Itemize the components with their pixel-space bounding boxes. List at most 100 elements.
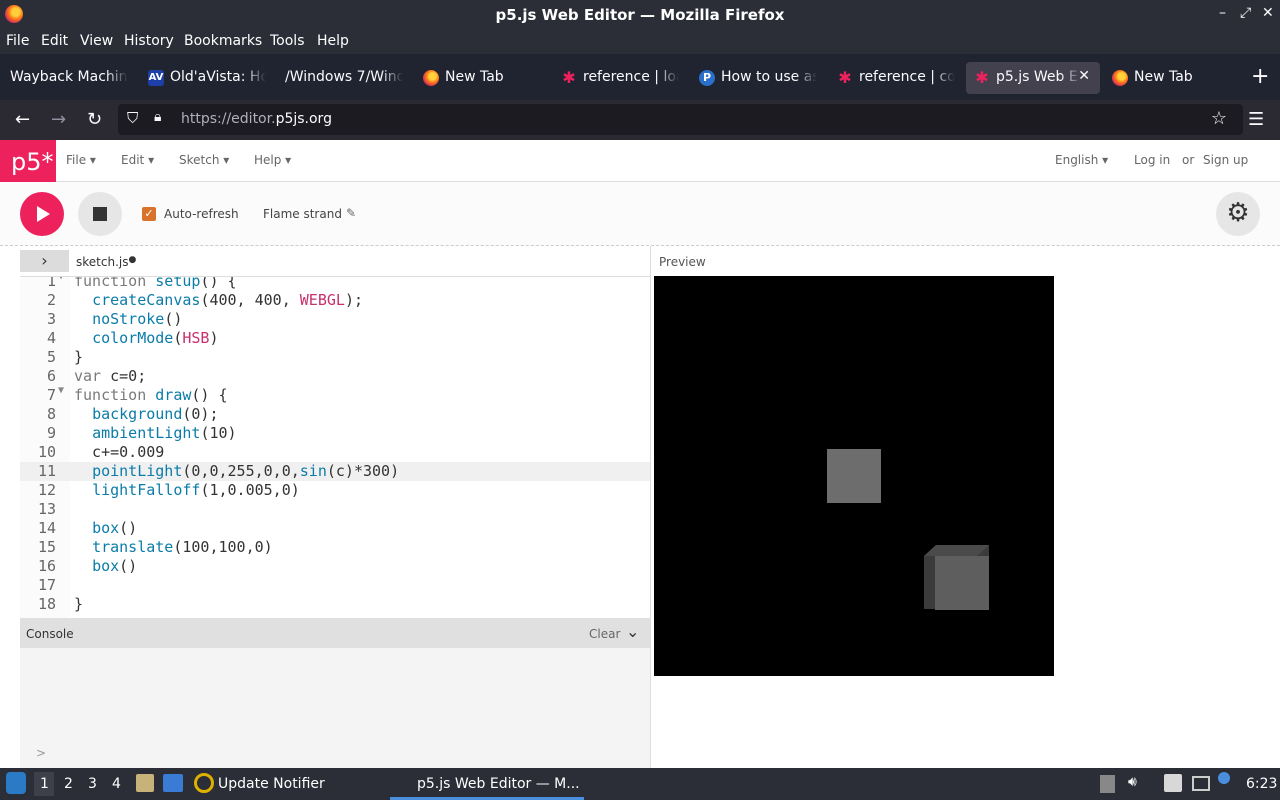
code-text: c+=0.009 bbox=[74, 443, 165, 461]
line-number: 9 bbox=[46, 424, 56, 442]
url-text[interactable]: https://editor.p5js.org bbox=[181, 111, 332, 127]
code-line[interactable]: 4 colorMode(HSB) bbox=[20, 329, 650, 348]
menu-help[interactable]: Help bbox=[317, 33, 349, 49]
code-line[interactable]: 14 box() bbox=[20, 519, 650, 538]
code-line[interactable]: 12 lightFalloff(1,0.005,0) bbox=[20, 481, 650, 500]
p5-logo[interactable]: p5* bbox=[0, 140, 56, 182]
chevron-down-icon[interactable]: ⌄ bbox=[626, 622, 639, 641]
forward-arrow-icon[interactable]: → bbox=[51, 109, 66, 130]
tab-oldavista[interactable]: AV Old'aVista: Ho bbox=[148, 62, 266, 94]
file-tab-sketch-js[interactable]: sketch.js● bbox=[76, 255, 136, 269]
code-line[interactable]: 3 noStroke() bbox=[20, 310, 650, 329]
line-number: 13 bbox=[37, 500, 56, 518]
p5-menu-sketch[interactable]: Sketch ▾ bbox=[179, 153, 229, 167]
workspace-3[interactable]: 3 bbox=[88, 776, 97, 792]
display-icon[interactable] bbox=[1192, 776, 1210, 791]
chevron-right-icon: › bbox=[41, 251, 48, 270]
sketch-name[interactable]: Flame strand bbox=[263, 207, 342, 221]
code-line[interactable]: 16 box() bbox=[20, 557, 650, 576]
reload-icon[interactable]: ↻ bbox=[87, 109, 102, 130]
p5-menu-help[interactable]: Help ▾ bbox=[254, 153, 291, 167]
console-body[interactable]: > bbox=[20, 648, 650, 770]
fold-arrow-icon[interactable]: ▼ bbox=[58, 385, 64, 396]
tab-reference-loa[interactable]: ✱ reference | loa bbox=[561, 62, 679, 94]
update-notifier-task[interactable]: Update Notifier bbox=[218, 776, 325, 792]
code-text: var c=0; bbox=[74, 367, 147, 385]
menu-edit[interactable]: Edit bbox=[41, 33, 68, 49]
tab-newtab-2[interactable]: New Tab bbox=[1112, 62, 1230, 94]
battery-icon[interactable] bbox=[1100, 775, 1115, 793]
p5-menu-file[interactable]: File ▾ bbox=[66, 153, 96, 167]
fold-arrow-icon[interactable]: ▼ bbox=[58, 277, 64, 282]
tab-label: New Tab bbox=[445, 69, 504, 85]
tab-p5-editor[interactable]: ✱ p5.js Web E ✕ bbox=[966, 62, 1100, 94]
workspace-4[interactable]: 4 bbox=[112, 776, 121, 792]
code-line[interactable]: 18} bbox=[20, 595, 650, 614]
minimize-icon[interactable]: – bbox=[1219, 5, 1226, 21]
workspace-2[interactable]: 2 bbox=[64, 776, 73, 792]
code-line[interactable]: 7 ▼ function draw() { bbox=[20, 385, 650, 405]
tab-strip: Wayback Machine AV Old'aVista: Ho /Windo… bbox=[0, 54, 1280, 100]
pencil-icon[interactable]: ✎ bbox=[346, 206, 356, 220]
start-menu-icon[interactable] bbox=[6, 772, 26, 794]
tab-how-to-use[interactable]: P How to use as bbox=[699, 62, 817, 94]
hamburger-menu-icon[interactable]: ☰ bbox=[1248, 109, 1264, 130]
code-line[interactable]: 15 translate(100,100,0) bbox=[20, 538, 650, 557]
menu-view[interactable]: View bbox=[80, 33, 113, 49]
bookmark-star-icon[interactable]: ☆ bbox=[1211, 108, 1227, 129]
tab-windows7[interactable]: /Windows 7/Wind bbox=[285, 62, 403, 94]
tab-close-icon[interactable]: ✕ bbox=[1078, 68, 1090, 84]
workspace-1[interactable]: 1 bbox=[40, 776, 49, 792]
autorefresh-checkbox[interactable]: ✓ bbox=[142, 207, 156, 221]
code-line[interactable]: 10 c+=0.009 bbox=[20, 443, 650, 462]
desktop-icon[interactable] bbox=[163, 774, 183, 792]
console-clear-button[interactable]: Clear bbox=[589, 627, 620, 641]
code-line[interactable]: 1 ▼ function setup() { bbox=[20, 277, 650, 291]
file-manager-icon[interactable] bbox=[136, 774, 154, 792]
shield-icon[interactable]: ⛉ bbox=[127, 109, 138, 127]
p5-star-icon: ✱ bbox=[975, 68, 989, 87]
code-line[interactable]: 13 bbox=[20, 500, 650, 519]
code-line[interactable]: 2 createCanvas(400, 400, WEBGL); bbox=[20, 291, 650, 310]
maximize-icon[interactable]: ⤢ bbox=[1240, 5, 1251, 21]
preview-canvas[interactable] bbox=[654, 276, 1054, 676]
code-text: box() bbox=[92, 519, 138, 537]
menu-tools[interactable]: Tools bbox=[270, 33, 305, 49]
clipboard-icon[interactable] bbox=[1164, 774, 1182, 792]
settings-gear-button[interactable]: ⚙ bbox=[1216, 192, 1260, 236]
code-line[interactable]: 17 bbox=[20, 576, 650, 595]
code-text: createCanvas(400, 400, WEBGL); bbox=[92, 291, 363, 309]
line-number: 15 bbox=[37, 538, 56, 556]
url-bar[interactable]: ⛉ 🔒︎ https://editor.p5js.org ☆ bbox=[118, 104, 1243, 135]
tab-wayback[interactable]: Wayback Machine bbox=[10, 62, 128, 94]
code-editor[interactable]: 1 ▼ function setup() {2 createCanvas(400, … bbox=[20, 276, 650, 618]
stop-button[interactable] bbox=[78, 192, 122, 236]
play-button[interactable] bbox=[20, 192, 64, 236]
new-tab-plus-icon[interactable]: + bbox=[1251, 64, 1269, 89]
code-line[interactable]: 6 var c=0; bbox=[20, 367, 650, 386]
menu-file[interactable]: File bbox=[6, 33, 29, 49]
language-dropdown[interactable]: English ▾ bbox=[1055, 153, 1108, 167]
panel-divider[interactable] bbox=[650, 246, 651, 768]
p5-menu-edit[interactable]: Edit ▾ bbox=[121, 153, 154, 167]
console-prompt[interactable]: > bbox=[36, 746, 46, 760]
tab-newtab-1[interactable]: New Tab bbox=[423, 62, 541, 94]
sidebar-toggle-button[interactable]: › bbox=[20, 250, 69, 272]
lock-icon[interactable]: 🔒︎ bbox=[154, 109, 161, 125]
code-line[interactable]: 8 background(0); bbox=[20, 405, 650, 424]
signup-link[interactable]: Sign up bbox=[1203, 153, 1248, 167]
back-arrow-icon[interactable]: ← bbox=[15, 109, 30, 130]
code-line[interactable]: 5} bbox=[20, 348, 650, 367]
code-line[interactable]: 9 ambientLight(10) bbox=[20, 424, 650, 443]
line-number: 7 bbox=[46, 386, 56, 404]
menu-bookmarks[interactable]: Bookmarks bbox=[184, 33, 262, 49]
login-link[interactable]: Log in bbox=[1134, 153, 1170, 167]
line-number: 18 bbox=[37, 595, 56, 613]
menu-history[interactable]: History bbox=[124, 33, 174, 49]
tab-reference-co[interactable]: ✱ reference | co bbox=[837, 62, 955, 94]
volume-icon[interactable]: 🔊︎ bbox=[1128, 774, 1137, 790]
code-line[interactable]: 11 pointLight(0,0,255,0,0,sin(c)*300) bbox=[20, 462, 650, 481]
notification-icon[interactable] bbox=[1218, 772, 1230, 784]
active-window-task[interactable]: p5.js Web Editor — M... bbox=[417, 776, 580, 792]
close-icon[interactable]: ✕ bbox=[1262, 5, 1274, 21]
